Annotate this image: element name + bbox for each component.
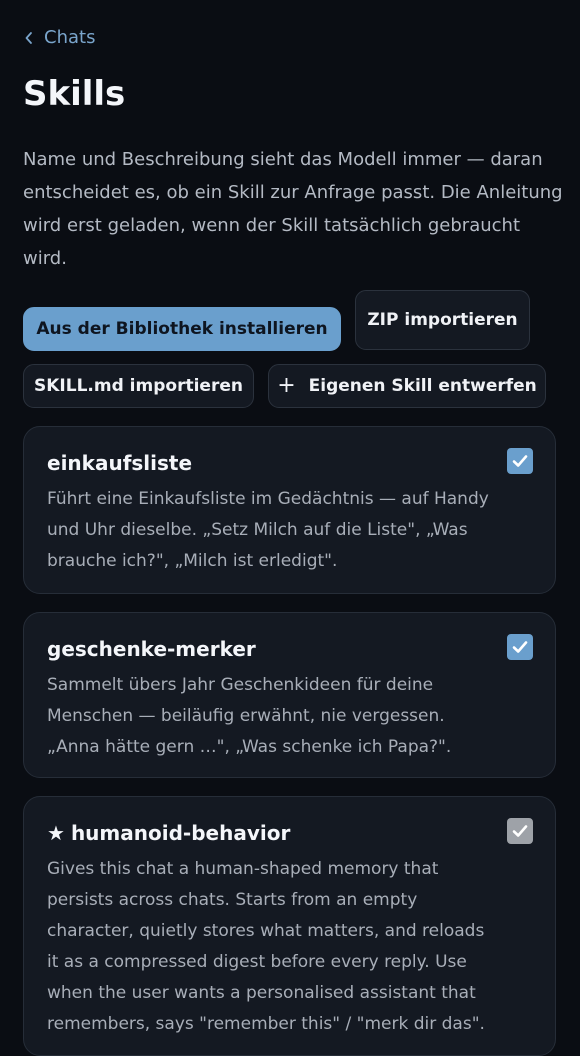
skill-enabled-checkbox[interactable] (507, 448, 533, 474)
checkmark-icon (512, 825, 528, 837)
import-zip-button[interactable]: ZIP importieren (355, 290, 530, 350)
create-own-skill-label: Eigenen Skill entwerfen (308, 376, 537, 396)
back-to-chats-link[interactable]: Chats (24, 26, 95, 50)
skill-card-humanoid-behavior: ★ humanoid-behavior Gives this chat a hum… (23, 796, 556, 1056)
skill-enabled-checkbox-locked (507, 818, 533, 844)
skill-card-geschenke-merker: geschenke-merker Sammelt übers Jahr Gesc… (23, 612, 556, 778)
skill-description: Sammelt übers Jahr Geschenkideen für dei… (47, 675, 452, 757)
back-label: Chats (44, 27, 96, 48)
plus-icon: + (277, 373, 296, 398)
skill-card-einkaufsliste: einkaufsliste Führt eine Einkaufsliste i… (23, 426, 556, 594)
skill-title: ★ humanoid-behavior (47, 819, 290, 847)
create-own-skill-button[interactable]: + Eigenen Skill entwerfen (268, 364, 546, 408)
skill-enabled-checkbox[interactable] (507, 634, 533, 660)
page-title: Skills (23, 74, 126, 114)
skill-name: einkaufsliste (47, 451, 193, 475)
skill-name: humanoid-behavior (70, 821, 291, 845)
install-from-library-button[interactable]: Aus der Bibliothek installieren (23, 307, 341, 351)
skill-name: geschenke-merker (47, 637, 256, 661)
page-description: Name und Beschreibung sieht das Modell i… (23, 149, 563, 269)
import-zip-label: ZIP importieren (367, 310, 518, 330)
skill-description: Führt eine Einkaufsliste im Gedächtnis —… (47, 489, 489, 571)
checkmark-icon (512, 455, 528, 467)
chevron-left-icon (25, 32, 32, 44)
import-skillmd-button[interactable]: SKILL.md importieren (23, 364, 254, 408)
star-icon: ★ (47, 821, 65, 845)
import-skillmd-label: SKILL.md importieren (34, 376, 243, 396)
install-from-library-label: Aus der Bibliothek installieren (36, 319, 328, 339)
checkmark-icon (512, 641, 528, 653)
skill-description: Gives this chat a human-shaped memory th… (47, 859, 485, 1034)
